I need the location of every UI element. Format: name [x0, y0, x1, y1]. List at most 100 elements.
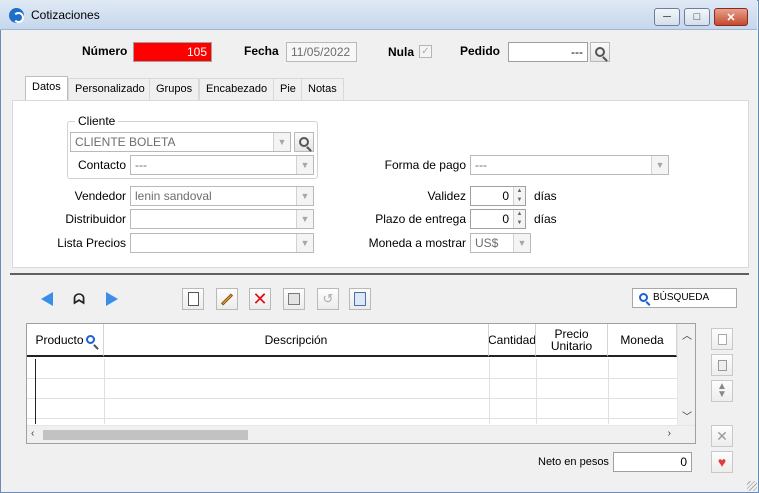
scroll-left-icon[interactable]: ‹	[31, 428, 34, 439]
hearts-icon: ♥	[717, 454, 727, 470]
tab-pie[interactable]: Pie	[273, 78, 303, 100]
next-record-button[interactable]	[101, 288, 123, 310]
reorder-row-button[interactable]: ▲ ▼	[711, 380, 733, 402]
chevron-down-icon: ▼	[296, 187, 313, 205]
moneda-value: US$	[475, 236, 499, 250]
cliente-group-title: Cliente	[75, 114, 119, 128]
tab-encabezado[interactable]: Encabezado	[199, 78, 275, 100]
contacto-select[interactable]: --- ▼	[130, 155, 314, 175]
forma-pago-value: ---	[475, 158, 487, 172]
vendedor-label: Vendedor	[74, 189, 126, 203]
plazo-spinner[interactable]: 0 ▲ ▼	[470, 209, 526, 229]
duplicate-row-button[interactable]	[711, 354, 733, 376]
vertical-scrollbar[interactable]: ︿ ﹀	[677, 324, 695, 425]
validez-unit: días	[534, 189, 557, 203]
copy-document-icon	[354, 292, 366, 306]
spinner-arrows-icon[interactable]: ▲ ▼	[513, 187, 525, 205]
validez-spinner[interactable]: 0 ▲ ▼	[470, 186, 526, 206]
tab-personalizado[interactable]: Personalizado	[68, 78, 152, 100]
cliente-search-button[interactable]	[294, 132, 314, 152]
favorite-button[interactable]: ♥	[711, 451, 733, 473]
chevron-down-icon: ▼	[296, 234, 313, 252]
duplicate-icon	[717, 359, 727, 371]
chevron-down-icon: ▼	[296, 156, 313, 174]
validez-label: Validez	[427, 189, 466, 203]
column-header-descripcion[interactable]: Descripción	[104, 324, 489, 357]
add-row-button[interactable]	[711, 328, 733, 350]
tab-notas[interactable]: Notas	[301, 78, 344, 100]
column-divider	[536, 359, 537, 424]
forma-pago-select[interactable]: --- ▼	[470, 155, 669, 175]
contacto-label: Contacto	[77, 158, 126, 172]
chevron-down-icon: ▼	[513, 234, 530, 252]
horizontal-scroll-thumb[interactable]	[43, 430, 248, 440]
column-header-precio-unitario[interactable]: Precio Unitario	[536, 324, 608, 357]
column-header-producto[interactable]: Producto	[27, 324, 104, 357]
vendedor-select[interactable]: lenin sandoval ▼	[130, 186, 314, 206]
edit-button[interactable]	[216, 288, 238, 310]
new-document-icon	[187, 292, 199, 306]
fecha-field[interactable]: 11/05/2022	[286, 42, 357, 62]
maximize-button[interactable]: □	[684, 8, 710, 26]
plazo-unit: días	[534, 212, 557, 226]
undo-icon: ↺	[322, 291, 334, 306]
close-button[interactable]: ✕	[714, 8, 748, 26]
app-logo-icon	[9, 8, 24, 23]
find-button[interactable]: ᗣ	[68, 288, 90, 310]
delete-button[interactable]: ✕	[249, 288, 271, 310]
window-title: Cotizaciones	[31, 8, 100, 22]
new-row-icon	[717, 333, 727, 345]
chevron-down-icon: ▼	[273, 133, 290, 151]
pedido-field[interactable]: ---	[508, 42, 588, 62]
table-row[interactable]	[27, 359, 677, 379]
scroll-down-icon[interactable]: ﹀	[682, 408, 692, 423]
column-divider	[104, 359, 105, 424]
pencil-icon	[220, 292, 234, 306]
column-header-moneda[interactable]: Moneda	[608, 324, 677, 357]
section-divider	[10, 273, 749, 275]
search-icon	[299, 137, 309, 147]
horizontal-scrollbar[interactable]: ‹ ›	[27, 425, 695, 443]
fecha-label: Fecha	[244, 44, 279, 58]
cliente-value: CLIENTE BOLETA	[75, 135, 176, 149]
plazo-label: Plazo de entrega	[375, 212, 466, 226]
copy-button[interactable]	[349, 288, 371, 310]
scroll-right-icon[interactable]: ›	[668, 428, 671, 439]
lista-precios-label: Lista Precios	[57, 236, 126, 250]
distribuidor-select[interactable]: ▼	[130, 209, 314, 229]
prev-record-button[interactable]	[36, 288, 58, 310]
nula-checkbox[interactable]: ✓	[419, 45, 432, 58]
items-grid[interactable]: Producto Descripción Cantidad Precio Uni…	[26, 323, 696, 444]
row-indicator-divider	[35, 359, 36, 424]
table-row[interactable]	[27, 399, 677, 419]
save-disk-icon	[288, 293, 300, 305]
pedido-search-button[interactable]	[590, 42, 610, 62]
resize-grip-icon[interactable]	[747, 481, 757, 491]
column-divider	[489, 359, 490, 424]
title-bar[interactable]	[0, 0, 757, 30]
search-icon	[85, 335, 95, 344]
vendedor-value: lenin sandoval	[135, 189, 212, 203]
save-button[interactable]	[283, 288, 305, 310]
forma-pago-label: Forma de pago	[384, 158, 466, 172]
undo-button[interactable]: ↺	[317, 288, 339, 310]
tab-grupos[interactable]: Grupos	[149, 78, 200, 100]
binoculars-icon: ᗣ	[73, 290, 85, 307]
spinner-arrows-icon[interactable]: ▲ ▼	[513, 210, 525, 228]
search-icon	[639, 293, 648, 302]
delete-x-icon: ✕	[716, 427, 728, 444]
tab-datos[interactable]: Datos	[25, 76, 68, 101]
numero-field[interactable]: 105	[133, 42, 212, 62]
delete-row-button[interactable]: ✕	[711, 425, 733, 447]
delete-x-icon: ✕	[252, 289, 268, 309]
scroll-up-icon[interactable]: ︿	[682, 327, 692, 342]
lista-precios-select[interactable]: ▼	[130, 233, 314, 253]
new-button[interactable]	[182, 288, 204, 310]
moneda-select[interactable]: US$ ▼	[470, 233, 531, 253]
busqueda-button[interactable]: BÚSQUEDA	[632, 288, 737, 308]
minimize-button[interactable]: ─	[654, 8, 680, 26]
numero-label: Número	[82, 44, 128, 58]
column-header-cantidad[interactable]: Cantidad	[489, 324, 536, 357]
table-row[interactable]	[27, 379, 677, 399]
cliente-select[interactable]: CLIENTE BOLETA ▼	[70, 132, 291, 152]
